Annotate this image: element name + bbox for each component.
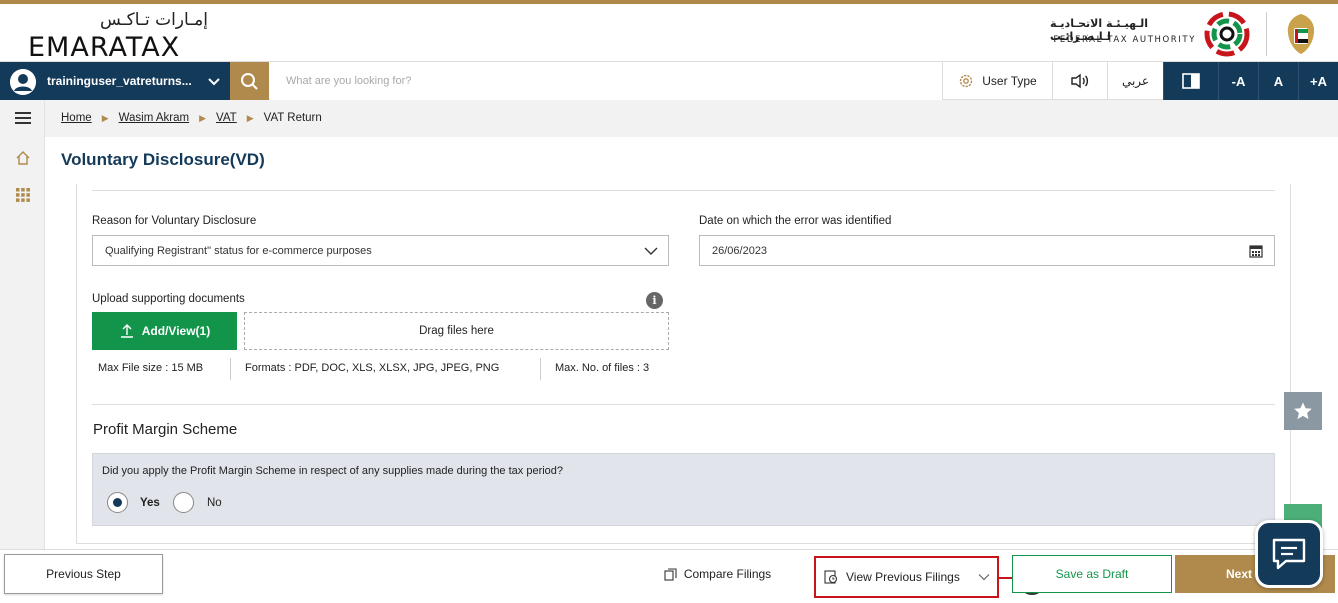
breadcrumb: Home ▶ Wasim Akram ▶ VAT ▶ VAT Return: [61, 112, 322, 124]
emaratax-logo[interactable]: إمـارات تـاكـس EMARATAX: [28, 10, 208, 63]
font-normal-button[interactable]: A: [1258, 62, 1298, 100]
left-sidebar: [0, 100, 45, 550]
profit-margin-title: Profit Margin Scheme: [93, 421, 238, 438]
arabic-language-button[interactable]: عربي: [1107, 62, 1163, 100]
add-view-label: Add/View(1): [141, 324, 211, 338]
font-increase-button[interactable]: +A: [1298, 62, 1338, 100]
search-input[interactable]: [270, 62, 942, 100]
sidebar-item-apps[interactable]: [0, 177, 45, 213]
max-file-size-text: Max File size : 15 MB: [98, 362, 204, 374]
gear-icon: [960, 74, 973, 88]
breadcrumb-current: VAT Return: [263, 112, 322, 124]
logo-english-text: EMARATAX: [28, 32, 181, 63]
user-type-button[interactable]: User Type: [942, 62, 1052, 100]
radio-no-label[interactable]: No: [207, 497, 222, 509]
favorite-button[interactable]: [1284, 392, 1322, 430]
top-toolbar: traininguser_vatreturns... User Type: [0, 61, 1338, 100]
page-root: إمـارات تـاكـس EMARATAX الـهيـئـة الاتحـ…: [0, 0, 1338, 603]
radio-selected-dot: [113, 498, 122, 507]
search-icon: [241, 73, 258, 90]
menu-toggle-button[interactable]: [0, 100, 45, 136]
reason-value: Qualifying Registrant" status for e-comm…: [105, 244, 372, 257]
view-previous-filings-button[interactable]: View Previous Filings: [814, 556, 999, 598]
upload-icon: [120, 324, 133, 338]
error-date-label: Date on which the error was identified: [699, 215, 892, 227]
header-divider: [1266, 12, 1267, 56]
breadcrumb-separator-icon: ▶: [101, 112, 109, 123]
speaker-icon: [1071, 73, 1089, 89]
compare-icon: [664, 567, 677, 581]
compare-filings-label: Compare Filings: [683, 567, 772, 581]
compare-filings-button[interactable]: Compare Filings: [655, 554, 780, 594]
breadcrumb-taxpayer-link[interactable]: Wasim Akram: [119, 112, 190, 124]
file-formats-text: Formats : PDF, DOC, XLS, XLSX, JPG, JPEG…: [245, 362, 500, 374]
fta-emblem-icon: [1204, 11, 1250, 57]
breadcrumb-separator-icon: ▶: [246, 112, 254, 123]
chat-button[interactable]: [1255, 520, 1323, 588]
view-previous-filings-label: View Previous Filings: [846, 570, 960, 584]
star-icon: [1294, 402, 1312, 420]
breadcrumb-bar: Home ▶ Wasim Akram ▶ VAT ▶ VAT Return: [45, 100, 1338, 137]
file-drop-zone[interactable]: Drag files here: [244, 312, 669, 350]
hamburger-icon: [14, 112, 31, 124]
text-to-speech-button[interactable]: [1052, 62, 1107, 100]
logo-arabic-text: إمـارات تـاكـس: [100, 10, 208, 30]
save-as-draft-button[interactable]: Save as Draft: [1012, 555, 1172, 593]
radio-yes[interactable]: [107, 492, 128, 513]
user-menu[interactable]: traininguser_vatreturns...: [0, 62, 230, 100]
site-header: إمـارات تـاكـس EMARATAX الـهيـئـة الاتحـ…: [0, 4, 1338, 63]
username-label: traininguser_vatreturns...: [47, 74, 192, 88]
max-files-text: Max. No. of files : 3: [555, 362, 650, 374]
info-icon[interactable]: i: [646, 292, 663, 309]
error-date-input[interactable]: 26/06/2023: [699, 235, 1275, 266]
footer-bar: Previous Step Compare Filings View Previ…: [0, 549, 1338, 603]
fta-english-text: FEDERAL TAX AUTHORITY: [1053, 35, 1196, 45]
section-divider: [92, 404, 1275, 405]
reason-label: Reason for Voluntary Disclosure: [92, 215, 257, 227]
add-view-files-button[interactable]: Add/View(1): [92, 312, 237, 350]
meta-divider: [230, 358, 231, 380]
reason-select[interactable]: Qualifying Registrant" status for e-comm…: [92, 235, 669, 266]
radio-yes-label[interactable]: Yes: [140, 497, 160, 509]
contrast-toggle-button[interactable]: [1163, 62, 1218, 100]
profit-margin-question-box: Did you apply the Profit Margin Scheme i…: [92, 453, 1275, 526]
uae-emblem-icon: [1287, 14, 1315, 54]
previous-step-button[interactable]: Previous Step: [4, 554, 163, 594]
chat-icon: [1272, 538, 1306, 570]
page-title: Voluntary Disclosure(VD): [61, 150, 265, 169]
panel-divider: [92, 190, 1275, 191]
sidebar-item-home[interactable]: [0, 140, 45, 176]
upload-label: Upload supporting documents: [92, 293, 245, 305]
breadcrumb-vat-link[interactable]: VAT: [216, 112, 237, 124]
error-date-value: 26/06/2023: [712, 244, 768, 257]
breadcrumb-home-link[interactable]: Home: [61, 112, 92, 124]
calendar-icon[interactable]: [1249, 244, 1263, 258]
home-icon: [16, 151, 29, 165]
history-icon: [824, 570, 838, 584]
chevron-down-icon: [208, 78, 220, 86]
fta-logo: الـهيـئـة الاتحـاديـة لـلـضـرائـب FEDERA…: [1050, 11, 1250, 57]
search-button[interactable]: [230, 62, 269, 100]
font-decrease-button[interactable]: -A: [1218, 62, 1258, 100]
breadcrumb-separator-icon: ▶: [199, 112, 207, 123]
user-avatar-icon: [10, 69, 36, 95]
meta-divider: [540, 358, 541, 380]
radio-no[interactable]: [173, 492, 194, 513]
contrast-icon: [1182, 73, 1200, 89]
chevron-down-icon: [978, 574, 990, 581]
chevron-down-icon: [644, 247, 658, 255]
grid-icon: [15, 188, 30, 202]
profit-margin-question: Did you apply the Profit Margin Scheme i…: [102, 465, 564, 477]
user-type-label: User Type: [982, 74, 1037, 88]
